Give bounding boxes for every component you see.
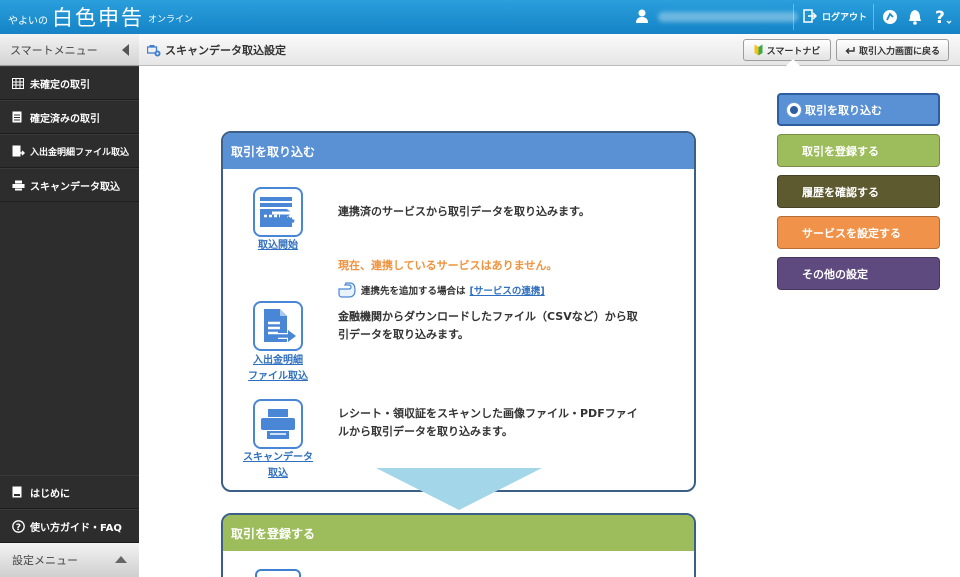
bank-file-import-description: 金融機関からダウンロードしたファイル（CSVなど）から取 引データを取り込みます…	[338, 308, 683, 344]
divider	[793, 4, 794, 30]
page-header: スキャンデータ取込設定 スマートナビ 取引入力画面に戻る	[139, 34, 960, 67]
sidebar-item-guide-faq[interactable]: ? 使い方ガイド・FAQ	[0, 509, 139, 543]
document-icon	[12, 111, 25, 123]
sidebar: スマートメニュー 未確定の取引 確定済みの取引 入出金明細ファイル取込 スキャン…	[0, 34, 139, 577]
collapse-arrow-icon[interactable]	[122, 44, 129, 56]
logout-label: ログアウト	[822, 12, 868, 23]
nav-other-settings[interactable]: その他の設定	[777, 257, 940, 290]
sidebar-item-label: 使い方ガイド・FAQ	[30, 522, 122, 534]
sidebar-item-label: 未確定の取引	[30, 79, 90, 91]
scanner-icon	[12, 180, 25, 191]
description-line: レシート・領収証をスキャンした画像ファイル・PDFファイ	[338, 407, 638, 420]
nav-register-transactions[interactable]: 取引を登録する	[777, 134, 940, 167]
sidebar-item-confirmed[interactable]: 確定済みの取引	[0, 100, 139, 134]
book-icon	[12, 486, 25, 498]
svg-text:?: ?	[935, 8, 945, 27]
smart-navi-label: スマートナビ	[766, 46, 821, 57]
scan-import-description: レシート・領収証をスキャンした画像ファイル・PDFファイ ルから取引データを取り…	[338, 405, 683, 441]
navi-pointer	[785, 59, 801, 67]
sidebar-item-scan-import[interactable]: スキャンデータ取込	[0, 168, 139, 202]
sidebar-bottom: はじめに ? 使い方ガイド・FAQ 設定メニュー	[0, 475, 139, 577]
add-service-hint-text: 連携先を追加する場合は	[361, 286, 466, 297]
user-name-redacted	[658, 12, 798, 22]
nav-label: 履歴を確認する	[802, 185, 879, 199]
import-start-description: 連携済のサービスから取引データを取り込みます。	[338, 205, 590, 218]
sidebar-item-label: スキャンデータ取込	[30, 181, 120, 193]
sidebar-item-label: 入出金明細ファイル取込	[30, 147, 130, 158]
nav-label: サービスを設定する	[802, 226, 901, 240]
question-icon: ?	[12, 519, 25, 533]
import-panel-header: 取引を取り込む	[223, 133, 694, 169]
register-panel: 取引を登録する	[221, 513, 696, 577]
settings-menu-toggle[interactable]: 設定メニュー	[0, 543, 139, 577]
page-title-text: スキャンデータ取込設定	[165, 44, 286, 57]
settings-menu-label: 設定メニュー	[12, 554, 78, 567]
page-title: スキャンデータ取込設定	[147, 42, 286, 58]
smart-menu-title: スマートメニュー	[10, 43, 98, 57]
guide-icon[interactable]	[880, 7, 900, 27]
logo-suffix: オンライン	[148, 15, 194, 25]
scan-import-link[interactable]: スキャンデータ 取込	[233, 450, 323, 482]
selected-radio-icon	[787, 102, 801, 117]
user-icon	[636, 8, 648, 27]
scan-settings-icon	[147, 44, 161, 56]
sidebar-item-unconfirmed[interactable]: 未確定の取引	[0, 66, 139, 100]
link-line: ファイル取込	[248, 371, 308, 382]
logout-icon	[803, 9, 817, 23]
import-start-icon[interactable]	[253, 187, 303, 237]
import-start-link[interactable]: 取込開始	[243, 238, 313, 254]
register-icon[interactable]	[255, 569, 301, 577]
sidebar-item-label: はじめに	[30, 488, 70, 500]
nav-check-history[interactable]: 履歴を確認する	[777, 175, 940, 208]
logo-title: 白色申告	[52, 6, 144, 30]
add-service-hint: 連携先を追加する場合は [サービスの連携]	[338, 282, 545, 298]
svg-text:?: ?	[16, 523, 21, 533]
back-button-label: 取引入力画面に戻る	[858, 46, 940, 57]
columns-icon	[12, 77, 25, 89]
smart-navi-button[interactable]: スマートナビ	[743, 39, 831, 61]
logout-button[interactable]: ログアウト	[803, 9, 867, 23]
bank-file-import-link[interactable]: 入出金明細 ファイル取込	[238, 353, 318, 385]
register-panel-header: 取引を登録する	[223, 515, 694, 551]
back-to-entry-button[interactable]: 取引入力画面に戻る	[836, 39, 949, 61]
sidebar-item-label: 確定済みの取引	[30, 113, 100, 125]
nav-service-settings[interactable]: サービスを設定する	[777, 216, 940, 249]
link-line: スキャンデータ	[243, 452, 313, 463]
flow-arrow	[376, 468, 542, 510]
scan-import-icon[interactable]	[253, 399, 303, 449]
service-link[interactable]: [サービスの連携]	[470, 283, 545, 297]
top-bar: やよいの 白色申告 オンライン ログアウト ?	[0, 0, 960, 34]
sidebar-item-getting-started[interactable]: はじめに	[0, 475, 139, 509]
smart-menu-header[interactable]: スマートメニュー	[0, 34, 139, 66]
beginner-mark-icon	[754, 44, 763, 56]
app-logo[interactable]: やよいの 白色申告 オンライン	[8, 4, 193, 30]
link-line: 入出金明細	[253, 355, 303, 366]
nav-import-transactions[interactable]: 取引を取り込む	[777, 93, 940, 126]
description-line: 金融機関からダウンロードしたファイル（CSVなど）から取	[338, 310, 638, 323]
file-import-icon	[12, 145, 25, 157]
link-line: 取込	[268, 468, 288, 479]
sidebar-item-file-import[interactable]: 入出金明細ファイル取込	[0, 134, 139, 168]
help-icon[interactable]: ?	[933, 7, 953, 27]
bank-file-import-icon[interactable]	[253, 301, 303, 351]
description-line: 引データを取り込みます。	[338, 328, 469, 341]
nav-label: その他の設定	[802, 267, 868, 281]
user-account[interactable]	[636, 7, 798, 27]
description-line: ルから取引データを取り込みます。	[338, 425, 513, 438]
nav-label: 取引を取り込む	[805, 103, 882, 117]
return-arrow-icon	[845, 46, 855, 54]
pointing-hand-icon	[338, 282, 356, 298]
chevron-up-icon	[115, 556, 127, 563]
bell-icon[interactable]	[905, 7, 925, 27]
logo-prefix: やよいの	[8, 16, 48, 27]
no-linked-services-notice: 現在、連携しているサービスはありません。	[338, 259, 558, 272]
nav-label: 取引を登録する	[802, 144, 879, 158]
divider	[873, 4, 874, 30]
